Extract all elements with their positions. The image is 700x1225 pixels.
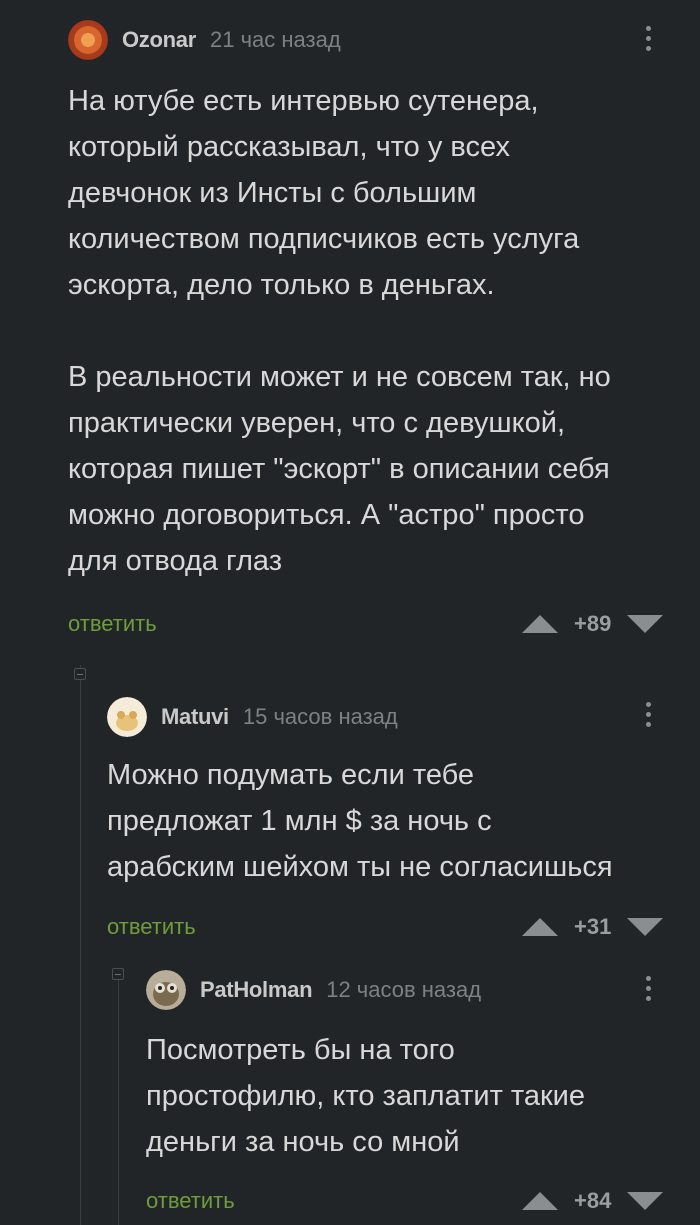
downvote-icon[interactable]: [627, 615, 664, 633]
comment-text-line: который рассказывал, что у всех: [68, 131, 510, 163]
comment-text-line: которая пишет "эскорт" в описании себя: [68, 453, 610, 485]
username[interactable]: Ozonar: [122, 27, 196, 53]
score: +31: [574, 914, 612, 939]
score: +89: [574, 611, 612, 636]
upvote-icon[interactable]: [522, 615, 558, 633]
comment-text-line: количеством подписчиков есть услуга: [68, 223, 580, 255]
comment-text-line: простофилю, кто заплатит такие: [146, 1080, 586, 1112]
comment-text-line: девчонок из Инсты с большим: [68, 177, 477, 209]
comment-text: На ютубе есть интервью сутенера, который …: [68, 78, 688, 584]
comment-text-line: арабским шейхом ты не согласишься: [107, 851, 613, 883]
timestamp: 12 часов назад: [326, 977, 482, 1002]
comment-text-line: можно договориться. А "астро" просто: [68, 499, 585, 531]
reply-button[interactable]: ответить: [107, 914, 196, 940]
more-options-icon[interactable]: [644, 976, 652, 1006]
collapse-thread-toggle[interactable]: [112, 968, 124, 980]
comment-text-line: практически уверен, что с девушкой,: [68, 407, 566, 439]
collapse-thread-toggle[interactable]: [74, 668, 86, 680]
reply-button[interactable]: ответить: [68, 611, 157, 637]
upvote-icon[interactable]: [522, 918, 558, 936]
more-options-icon[interactable]: [644, 702, 652, 732]
reply-button[interactable]: ответить: [146, 1188, 235, 1214]
comment-text-line: для отвода глаз: [68, 545, 283, 577]
comment-text-line: На ютубе есть интервью сутенера,: [68, 85, 539, 117]
comment-text-line: эскорта, дело только в деньгах.: [68, 269, 495, 301]
comment-text-line: предложат 1 млн $ за ночь с: [107, 805, 492, 837]
downvote-icon[interactable]: [627, 918, 664, 936]
comment-text: Посмотреть бы на того простофилю, кто зап…: [146, 1027, 692, 1165]
thread-line-level-1: [80, 665, 81, 1225]
username[interactable]: Matuvi: [161, 704, 229, 730]
avatar[interactable]: [146, 970, 186, 1010]
thread-line-level-2: [118, 970, 119, 1225]
timestamp: 21 час назад: [210, 27, 341, 52]
downvote-icon[interactable]: [627, 1192, 664, 1210]
timestamp: 15 часов назад: [242, 704, 398, 729]
upvote-icon[interactable]: [522, 1192, 558, 1210]
avatar[interactable]: [68, 20, 108, 60]
comment-text: Можно подумать если тебе предложат 1 млн …: [107, 752, 692, 890]
comment-text-line: [68, 308, 688, 354]
comment-text-line: В реальности может и не совсем так, но: [68, 361, 611, 393]
score: +84: [574, 1188, 612, 1213]
comment-text-line: Посмотреть бы на того: [146, 1034, 455, 1066]
comment-text-line: Можно подумать если тебе: [107, 759, 475, 791]
username[interactable]: PatHolman: [200, 977, 313, 1003]
comment-text-line: деньги за ночь со мной: [146, 1126, 460, 1158]
more-options-icon[interactable]: [644, 26, 652, 56]
avatar[interactable]: [107, 697, 147, 737]
